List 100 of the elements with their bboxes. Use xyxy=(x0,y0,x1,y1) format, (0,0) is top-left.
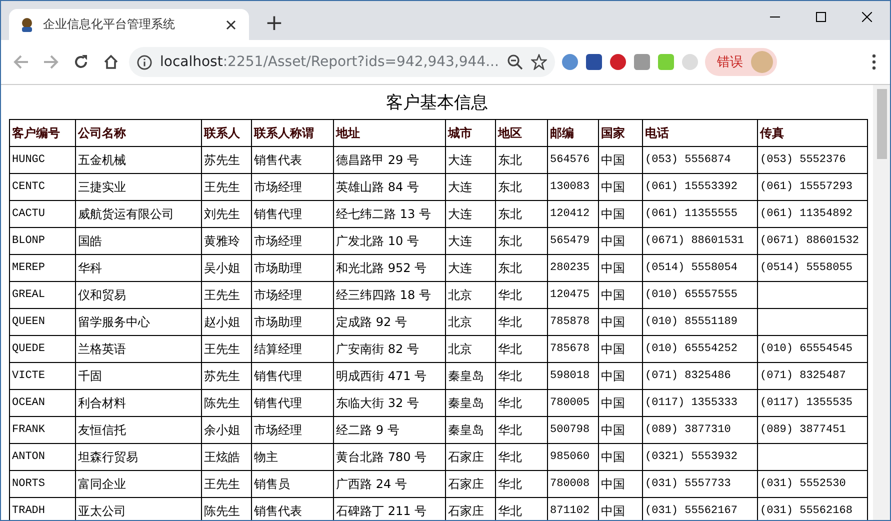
table-cell: 市场助理 xyxy=(252,254,334,282)
table-cell: HUNGC xyxy=(10,146,76,174)
table-cell: 中国 xyxy=(598,336,642,362)
table-cell: 国皓 xyxy=(76,228,202,254)
table-cell: 北京 xyxy=(446,282,496,308)
table-cell: 120475 xyxy=(548,282,598,308)
table-cell: (061) 15553392 xyxy=(642,174,758,200)
address-bar[interactable]: localhost:2251/Asset/Report?ids=942,943,944... xyxy=(129,47,555,77)
url-text: localhost:2251/Asset/Report?ids=942,943,944... xyxy=(160,54,499,70)
table-cell: 石家庄 xyxy=(446,470,496,498)
table-cell: (053) 5552376 xyxy=(758,146,868,174)
table-cell: 130083 xyxy=(548,174,598,200)
table-cell: 785878 xyxy=(548,308,598,336)
table-cell: 市场经理 xyxy=(252,228,334,254)
table-cell: 市场经理 xyxy=(252,174,334,200)
table-cell: 中国 xyxy=(598,362,642,390)
table-cell: 友恒信托 xyxy=(76,416,202,444)
table-cell: 德昌路甲 29 号 xyxy=(334,146,446,174)
table-cell: 石家庄 xyxy=(446,444,496,470)
table-cell: OCEAN xyxy=(10,390,76,416)
column-header: 公司名称 xyxy=(76,120,202,146)
table-cell: 华北 xyxy=(496,390,548,416)
table-cell: 王炫皓 xyxy=(202,444,252,470)
table-cell: VICTE xyxy=(10,362,76,390)
table-cell: 中国 xyxy=(598,390,642,416)
table-cell: 中国 xyxy=(598,174,642,200)
table-cell: 销售代理 xyxy=(252,362,334,390)
column-header: 地区 xyxy=(496,120,548,146)
table-cell: 陈先生 xyxy=(202,498,252,520)
table-cell: 东北 xyxy=(496,146,548,174)
column-header: 客户编号 xyxy=(10,120,76,146)
table-cell: 销售员 xyxy=(252,470,334,498)
table-cell: GREAL xyxy=(10,282,76,308)
table-cell: (0671) 88601532 xyxy=(758,228,868,254)
table-cell: 赵小姐 xyxy=(202,308,252,336)
table-cell: ANTON xyxy=(10,444,76,470)
table-cell: QUEEN xyxy=(10,308,76,336)
column-header: 联系人 xyxy=(202,120,252,146)
column-header: 国家 xyxy=(598,120,642,146)
table-cell: (061) 11355555 xyxy=(642,200,758,228)
table-cell: (053) 5556874 xyxy=(642,146,758,174)
table-cell: 留学服务中心 xyxy=(76,308,202,336)
table-cell: 985060 xyxy=(548,444,598,470)
table-cell: 871102 xyxy=(548,498,598,520)
table-cell: 兰格英语 xyxy=(76,336,202,362)
table-cell: 大连 xyxy=(446,146,496,174)
table-cell: 秦皇岛 xyxy=(446,362,496,390)
tab-title: 企业信息化平台管理系统 xyxy=(43,16,176,33)
table-cell: 中国 xyxy=(598,308,642,336)
table-cell: 东北 xyxy=(496,254,548,282)
column-header: 联系人称谓 xyxy=(252,120,334,146)
table-cell: 王先生 xyxy=(202,282,252,308)
table-cell: (071) 8325486 xyxy=(642,362,758,390)
table-cell: 中国 xyxy=(598,200,642,228)
table-cell: 东北 xyxy=(496,174,548,200)
table-cell: 华科 xyxy=(76,254,202,282)
table-cell: 大连 xyxy=(446,228,496,254)
table-cell: 秦皇岛 xyxy=(446,390,496,416)
table-cell: (010) 65554545 xyxy=(758,336,868,362)
table-cell: 经二路 9 号 xyxy=(334,416,446,444)
table-cell: 785678 xyxy=(548,336,598,362)
page-title: 客户基本信息 xyxy=(385,93,489,113)
table-cell: 华北 xyxy=(496,416,548,444)
table-cell: 明成西街 471 号 xyxy=(334,362,446,390)
table-cell: 王先生 xyxy=(202,174,252,200)
table-cell: 销售代理 xyxy=(252,200,334,228)
table-cell: 北京 xyxy=(446,336,496,362)
table-cell: (061) 15557293 xyxy=(758,174,868,200)
table-cell: 780008 xyxy=(548,470,598,498)
table-cell: 销售代表 xyxy=(252,146,334,174)
column-header: 邮编 xyxy=(548,120,598,146)
table-cell: 120412 xyxy=(548,200,598,228)
table-cell: 余小姐 xyxy=(202,416,252,444)
table-cell: 中国 xyxy=(598,416,642,444)
table-cell: 威航货运有限公司 xyxy=(76,200,202,228)
table-cell: (071) 8325487 xyxy=(758,362,868,390)
column-header: 地址 xyxy=(334,120,446,146)
browser-tab[interactable]: 企业信息化平台管理系统 xyxy=(9,9,249,40)
table-cell: 中国 xyxy=(598,470,642,498)
new-tab-button[interactable]: + xyxy=(261,11,288,36)
table-cell: 刘先生 xyxy=(202,200,252,228)
table-cell: 东北 xyxy=(496,228,548,254)
table-cell: 中国 xyxy=(598,282,642,308)
table-cell: 市场经理 xyxy=(252,282,334,308)
table-cell: 苏先生 xyxy=(202,362,252,390)
table-cell: 500798 xyxy=(548,416,598,444)
table-cell: CACTU xyxy=(10,200,76,228)
table-cell: 华北 xyxy=(496,308,548,336)
table-cell: 大连 xyxy=(446,174,496,200)
table-cell: 东临大街 32 号 xyxy=(334,390,446,416)
table-cell: 广发北路 10 号 xyxy=(334,228,446,254)
table-cell: 英雄山路 84 号 xyxy=(334,174,446,200)
profile-button[interactable]: 错误 xyxy=(704,48,777,76)
table-cell: 北京 xyxy=(446,308,496,336)
table-cell: (031) 5552530 xyxy=(758,470,868,498)
table-cell: 富同企业 xyxy=(76,470,202,498)
table-cell: QUEDE xyxy=(10,336,76,362)
table-cell: 华北 xyxy=(496,362,548,390)
table-cell: NORTS xyxy=(10,470,76,498)
table-cell: 经三纬四路 18 号 xyxy=(334,282,446,308)
